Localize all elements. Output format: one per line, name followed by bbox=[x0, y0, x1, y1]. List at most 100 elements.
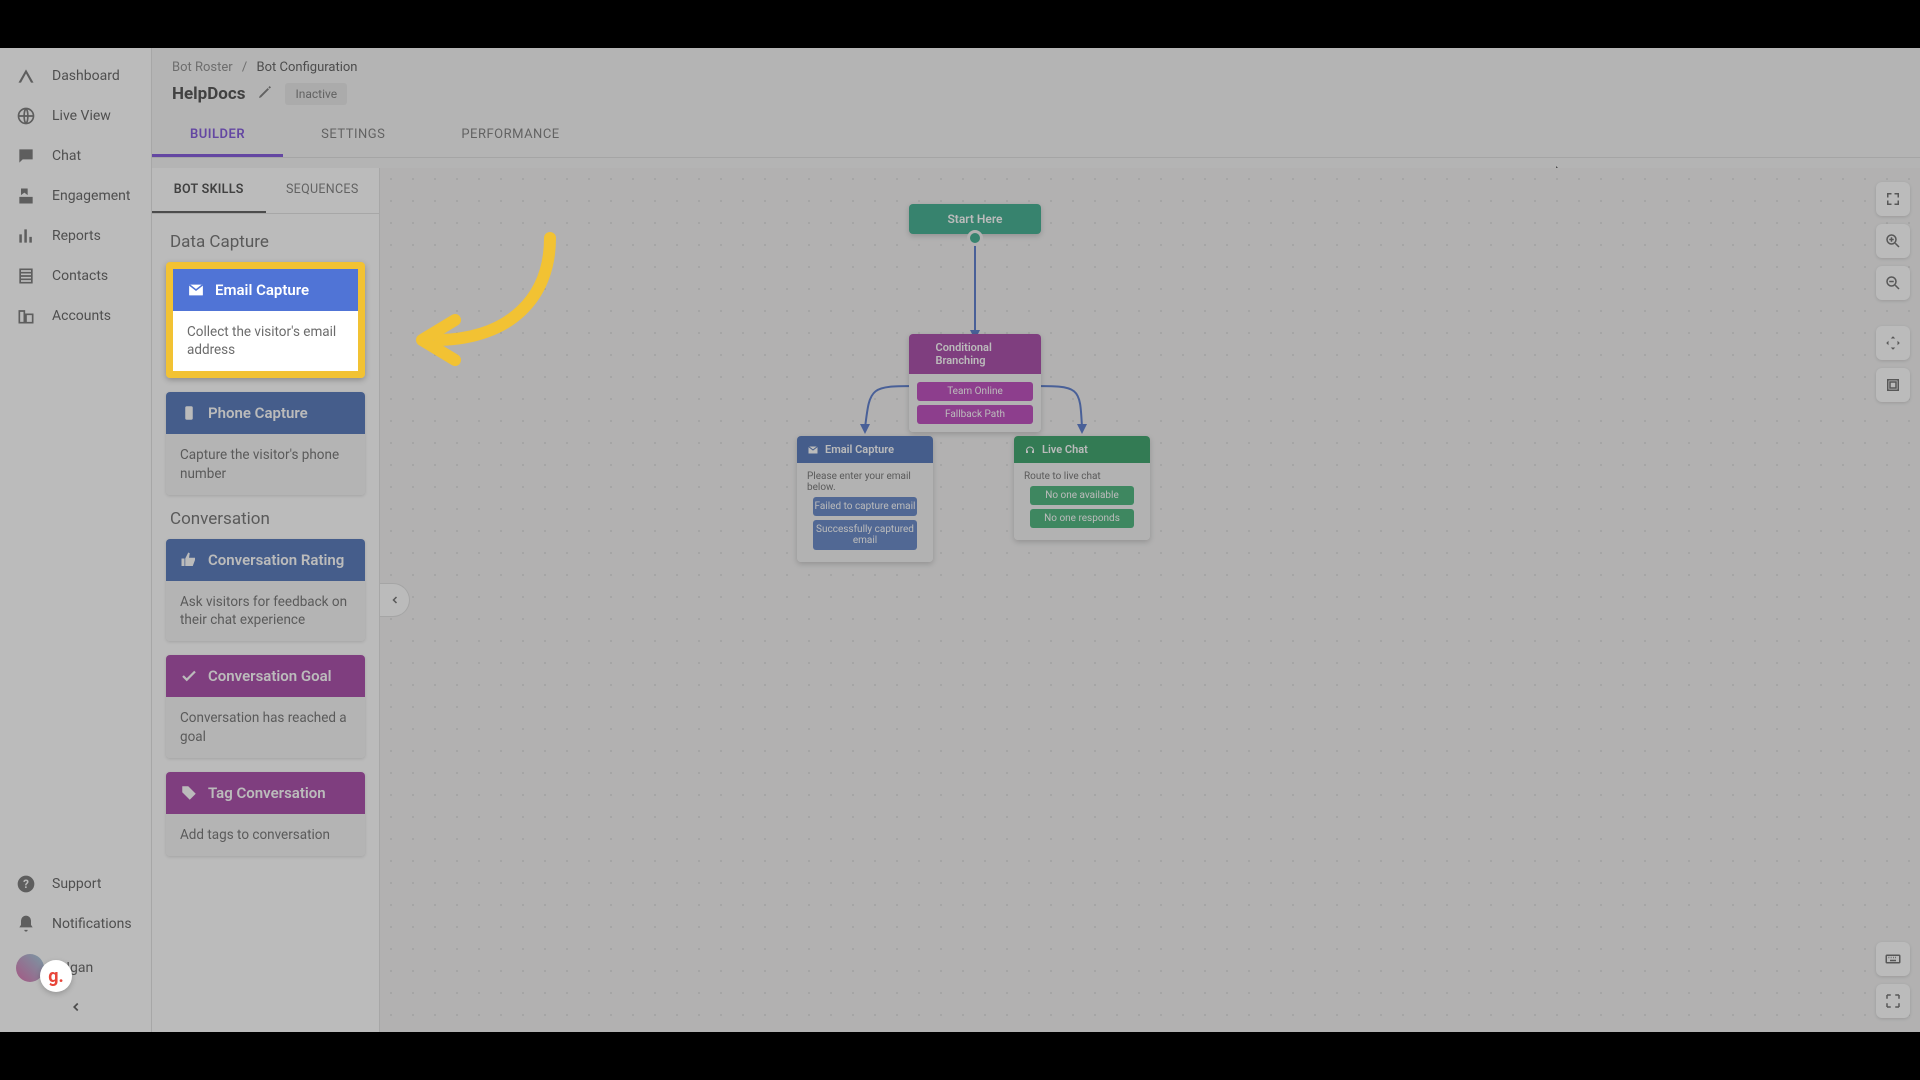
thumbs-icon bbox=[180, 551, 198, 569]
zoom-in-button[interactable] bbox=[1876, 224, 1910, 258]
sidebar-item-label: Accounts bbox=[52, 308, 111, 324]
flow-edges bbox=[380, 168, 1920, 1032]
skill-card-desc: Ask visitors for feedback on their chat … bbox=[166, 581, 365, 641]
node-path[interactable]: No one responds bbox=[1030, 509, 1134, 528]
sidebar-item-liveview[interactable]: Live View bbox=[0, 96, 151, 136]
chat-icon bbox=[16, 146, 36, 166]
grid-icon bbox=[1884, 376, 1902, 394]
chevron-left-icon bbox=[389, 594, 401, 606]
sidebar-item-chat[interactable]: Chat bbox=[0, 136, 151, 176]
status-badge: Inactive bbox=[285, 83, 347, 105]
zoom-in-icon bbox=[1884, 232, 1902, 250]
skill-card-title: Phone Capture bbox=[208, 404, 308, 422]
sidebar-item-reports[interactable]: Reports bbox=[0, 216, 151, 256]
fullscreen-icon bbox=[1884, 190, 1902, 208]
logo-icon bbox=[16, 66, 36, 86]
skill-card-desc: Conversation has reached a goal bbox=[166, 697, 365, 757]
tab-bar: BUILDER SETTINGS PERFORMANCE bbox=[152, 115, 1920, 158]
bell-icon bbox=[16, 914, 36, 934]
contacts-icon bbox=[16, 266, 36, 286]
skill-card-phone-capture[interactable]: Phone Capture Capture the visitor's phon… bbox=[166, 392, 365, 494]
floating-badge[interactable]: g. bbox=[40, 960, 72, 992]
breadcrumb-separator: / bbox=[242, 60, 247, 75]
sidebar-item-notifications[interactable]: Notifications bbox=[0, 904, 151, 944]
skilltab-bot-skills[interactable]: BOT SKILLS bbox=[152, 168, 266, 213]
pencil-icon bbox=[257, 84, 273, 100]
flow-node-live-chat[interactable]: Live Chat Route to live chat No one avai… bbox=[1014, 436, 1150, 540]
node-path[interactable]: Team Online bbox=[917, 382, 1033, 401]
sidebar-item-label: Notifications bbox=[52, 916, 132, 932]
node-path[interactable]: Successfully captured email bbox=[813, 520, 917, 550]
sidebar-item-engagement[interactable]: Engagement bbox=[0, 176, 151, 216]
skills-panel: BOT SKILLS SEQUENCES Data Capture Email … bbox=[152, 168, 380, 1032]
breadcrumb-root[interactable]: Bot Roster bbox=[172, 60, 233, 75]
skill-card-title: Conversation Goal bbox=[208, 667, 332, 685]
tab-performance[interactable]: PERFORMANCE bbox=[423, 115, 597, 157]
sidebar-item-label: Support bbox=[52, 876, 101, 892]
skill-category-conversation: Conversation bbox=[170, 509, 361, 529]
skilltab-sequences[interactable]: SEQUENCES bbox=[266, 168, 380, 213]
skill-card-desc: Collect the visitor's email address bbox=[173, 311, 358, 371]
engagement-icon bbox=[16, 186, 36, 206]
keyboard-icon bbox=[1884, 950, 1902, 968]
node-path[interactable]: No one available bbox=[1030, 486, 1134, 505]
title-bar: HelpDocs Inactive bbox=[152, 79, 1920, 115]
tab-settings[interactable]: SETTINGS bbox=[283, 115, 423, 157]
zoom-out-button[interactable] bbox=[1876, 266, 1910, 300]
chevron-left-icon bbox=[69, 1000, 83, 1014]
skill-card-conversation-rating[interactable]: Conversation Rating Ask visitors for fee… bbox=[166, 539, 365, 641]
expand-button[interactable] bbox=[1876, 984, 1910, 1018]
sidebar-item-dashboard[interactable]: Dashboard bbox=[0, 56, 151, 96]
node-desc: Please enter your email below. bbox=[807, 471, 923, 493]
flow-canvas[interactable]: Start Here Conditional Branching Team On… bbox=[380, 168, 1920, 1032]
skills-list[interactable]: Data Capture Email Capture Collect the v… bbox=[152, 214, 379, 1032]
sidebar-item-accounts[interactable]: Accounts bbox=[0, 296, 151, 336]
sidebar-item-label: Contacts bbox=[52, 268, 108, 284]
accounts-icon bbox=[16, 306, 36, 326]
tab-builder[interactable]: BUILDER bbox=[152, 115, 283, 157]
skill-card-title: Tag Conversation bbox=[208, 784, 326, 802]
fit-view-button[interactable] bbox=[1876, 326, 1910, 360]
fullscreen-button[interactable] bbox=[1876, 182, 1910, 216]
globe-icon bbox=[16, 106, 36, 126]
flow-start-port[interactable] bbox=[967, 230, 983, 246]
skill-card-tag-conversation[interactable]: Tag Conversation Add tags to conversatio… bbox=[166, 772, 365, 856]
grid-button[interactable] bbox=[1876, 368, 1910, 402]
sidebar-item-profile[interactable]: Ngan bbox=[0, 944, 151, 992]
fit-icon bbox=[1884, 334, 1902, 352]
node-path[interactable]: Failed to capture email bbox=[813, 497, 917, 516]
reports-icon bbox=[16, 226, 36, 246]
skill-card-desc: Add tags to conversation bbox=[166, 814, 365, 856]
expand-icon bbox=[1884, 992, 1902, 1010]
sidebar: Dashboard Live View Chat Engagement Repo… bbox=[0, 48, 152, 1032]
app-viewport: Dashboard Live View Chat Engagement Repo… bbox=[0, 48, 1920, 1032]
headset-icon bbox=[1024, 444, 1036, 456]
sidebar-item-support[interactable]: ? Support bbox=[0, 864, 151, 904]
bot-name: HelpDocs bbox=[172, 84, 245, 104]
main: Bot Roster / Bot Configuration HelpDocs … bbox=[152, 48, 1920, 1032]
node-title: Conditional Branching bbox=[936, 341, 1031, 367]
mail-icon bbox=[807, 444, 819, 456]
svg-text:?: ? bbox=[23, 877, 29, 891]
skill-category-data-capture: Data Capture bbox=[170, 232, 361, 252]
check-icon bbox=[180, 667, 198, 685]
node-title: Email Capture bbox=[825, 443, 894, 456]
node-path[interactable]: Fallback Path bbox=[917, 405, 1033, 424]
skill-card-title: Email Capture bbox=[215, 281, 309, 299]
flow-node-conditional[interactable]: Conditional Branching Team Online Fallba… bbox=[909, 334, 1041, 432]
skill-card-conversation-goal[interactable]: Conversation Goal Conversation has reach… bbox=[166, 655, 365, 757]
node-desc: Route to live chat bbox=[1024, 471, 1140, 482]
keyboard-button[interactable] bbox=[1876, 942, 1910, 976]
skill-card-email-capture[interactable]: Email Capture Collect the visitor's emai… bbox=[166, 262, 365, 378]
breadcrumb-current: Bot Configuration bbox=[257, 60, 358, 75]
sidebar-item-label: Chat bbox=[52, 148, 81, 164]
edit-name-button[interactable] bbox=[257, 84, 273, 104]
flow-node-email-capture[interactable]: Email Capture Please enter your email be… bbox=[797, 436, 933, 562]
canvas-tools-bottom bbox=[1876, 942, 1910, 1018]
sidebar-item-label: Reports bbox=[52, 228, 101, 244]
breadcrumb: Bot Roster / Bot Configuration bbox=[152, 48, 1920, 79]
sidebar-item-contacts[interactable]: Contacts bbox=[0, 256, 151, 296]
sidebar-collapse-button[interactable] bbox=[0, 992, 151, 1022]
zoom-out-icon bbox=[1884, 274, 1902, 292]
sidebar-item-label: Dashboard bbox=[52, 68, 120, 84]
